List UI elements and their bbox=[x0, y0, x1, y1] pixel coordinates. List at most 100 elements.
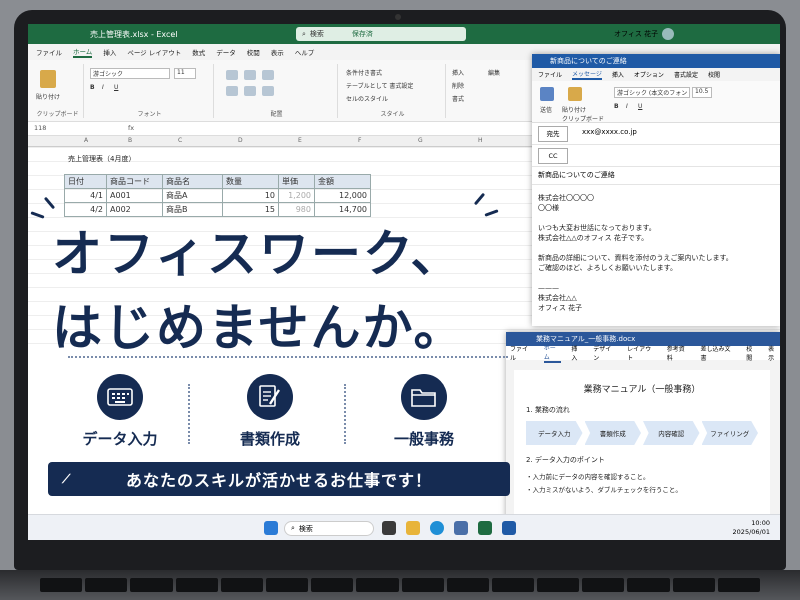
tab-options[interactable]: オプション bbox=[634, 70, 664, 79]
tab-mailings[interactable]: 差し込み文書 bbox=[701, 344, 737, 362]
table-header[interactable]: 単価 bbox=[278, 174, 315, 189]
col-header-h[interactable]: H bbox=[478, 137, 483, 144]
tab-references[interactable]: 参考資料 bbox=[667, 344, 691, 362]
outlook-icon[interactable] bbox=[502, 521, 516, 535]
font-name-select[interactable]: 游ゴシック bbox=[90, 68, 170, 79]
table-cell[interactable]: 商品A bbox=[162, 188, 223, 203]
col-header-d[interactable]: D bbox=[238, 137, 243, 144]
tab-view[interactable]: 表示 bbox=[768, 344, 780, 362]
format-cells-button[interactable]: 書式 bbox=[452, 94, 464, 103]
email-body[interactable]: 株式会社〇〇〇〇 〇〇様 いつも大変お世話になっております。 株式会社△△のオフ… bbox=[532, 185, 780, 321]
align-right-icon[interactable] bbox=[262, 86, 274, 96]
table-cell[interactable]: 1,200 bbox=[278, 188, 315, 203]
conditional-format-button[interactable]: 条件付き書式 bbox=[346, 68, 382, 77]
file-explorer-icon[interactable] bbox=[406, 521, 420, 535]
tab-layout[interactable]: レイアウト bbox=[627, 344, 657, 362]
send-button[interactable]: 送信 bbox=[540, 105, 552, 114]
format-as-table-button[interactable]: テーブルとして 書式設定 bbox=[346, 81, 413, 90]
word-ribbon-tabs: ファイル ホーム 挿入 デザイン レイアウト 参考資料 差し込み文書 校閲 表示 bbox=[506, 343, 780, 363]
tab-insert[interactable]: 挿入 bbox=[571, 344, 583, 362]
to-field: 宛先 xxx@xxxx.co.jp bbox=[532, 123, 780, 145]
table-cell[interactable]: 4/1 bbox=[64, 188, 107, 203]
system-clock[interactable]: 10:00 2025/06/01 bbox=[733, 519, 770, 537]
send-icon[interactable] bbox=[540, 87, 554, 101]
col-header-a[interactable]: A bbox=[84, 137, 88, 144]
tab-file[interactable]: ファイル bbox=[36, 47, 62, 57]
tab-view[interactable]: 表示 bbox=[271, 47, 284, 57]
align-center-icon[interactable] bbox=[244, 86, 256, 96]
tab-formulas[interactable]: 数式 bbox=[192, 47, 205, 57]
cc-button[interactable]: CC bbox=[538, 148, 568, 164]
word-document-page[interactable]: 業務マニュアル（一般事務） 1. 業務の流れ データ入力 書類作成 内容確認 フ… bbox=[514, 370, 770, 522]
tab-home[interactable]: ホーム bbox=[73, 46, 93, 58]
user-name: オフィス 花子 bbox=[614, 30, 659, 38]
delete-cells-button[interactable]: 削除 bbox=[452, 81, 464, 90]
tab-page-layout[interactable]: ページ レイアウト bbox=[127, 47, 181, 57]
insert-cells-button[interactable]: 挿入 bbox=[452, 68, 464, 77]
align-left-icon[interactable] bbox=[226, 86, 238, 96]
underline-icon[interactable]: U bbox=[638, 103, 642, 110]
table-header[interactable]: 商品コード bbox=[106, 174, 163, 189]
tab-help[interactable]: ヘルプ bbox=[295, 47, 315, 57]
tab-format-text[interactable]: 書式設定 bbox=[674, 70, 698, 79]
table-cell[interactable]: A001 bbox=[106, 188, 163, 203]
tab-file[interactable]: ファイル bbox=[538, 70, 562, 79]
tab-home[interactable]: ホーム bbox=[543, 343, 562, 363]
tab-message[interactable]: メッセージ bbox=[572, 69, 602, 80]
excel-icon[interactable] bbox=[478, 521, 492, 535]
cell-styles-button[interactable]: セルのスタイル bbox=[346, 94, 388, 103]
keyboard-icon bbox=[97, 374, 143, 420]
alignment-group: 配置 bbox=[216, 64, 338, 118]
taskbar-search[interactable]: ⌕ 検索 bbox=[284, 521, 374, 536]
edge-icon[interactable] bbox=[430, 521, 444, 535]
table-cell[interactable]: 12,000 bbox=[314, 188, 371, 203]
font-size-select[interactable]: 10.5 bbox=[692, 87, 712, 98]
outlook-titlebar: 新商品についてのご連絡 bbox=[532, 54, 780, 68]
bold-icon[interactable]: B bbox=[614, 103, 619, 110]
task-view-icon[interactable] bbox=[382, 521, 396, 535]
paste-icon[interactable] bbox=[568, 87, 582, 101]
align-middle-icon[interactable] bbox=[244, 70, 256, 80]
excel-search-box[interactable]: ⌕ 検索 保存済 bbox=[296, 27, 466, 41]
col-header-f[interactable]: F bbox=[358, 137, 361, 144]
paste-icon[interactable] bbox=[40, 70, 56, 88]
col-header-b[interactable]: B bbox=[128, 137, 132, 144]
windows-start-icon[interactable] bbox=[264, 521, 278, 535]
table-cell[interactable]: 10 bbox=[222, 188, 279, 203]
name-box[interactable]: 118 bbox=[34, 124, 46, 132]
mail-icon[interactable] bbox=[454, 521, 468, 535]
bold-icon[interactable]: B bbox=[90, 84, 95, 91]
tab-review[interactable]: 校閲 bbox=[708, 70, 720, 79]
tab-review[interactable]: 校閲 bbox=[746, 344, 758, 362]
align-bottom-icon[interactable] bbox=[262, 70, 274, 80]
tab-insert[interactable]: 挿入 bbox=[103, 47, 116, 57]
tab-data[interactable]: データ bbox=[216, 47, 236, 57]
col-header-g[interactable]: G bbox=[418, 137, 423, 144]
italic-icon[interactable]: I bbox=[102, 84, 104, 91]
table-header[interactable]: 商品名 bbox=[162, 174, 223, 189]
tab-design[interactable]: デザイン bbox=[593, 344, 617, 362]
table-header-row: 日付 商品コード 商品名 数量 単価 金額 bbox=[64, 174, 371, 189]
excel-user[interactable]: オフィス 花子 bbox=[614, 24, 675, 44]
col-header-c[interactable]: C bbox=[178, 137, 182, 144]
to-button[interactable]: 宛先 bbox=[538, 126, 568, 142]
italic-icon[interactable]: I bbox=[626, 103, 628, 110]
underline-icon[interactable]: U bbox=[114, 84, 118, 91]
table-header[interactable]: 日付 bbox=[64, 174, 107, 189]
font-name-select[interactable]: 游ゴシック (本文のフォント) bbox=[614, 87, 690, 98]
subject-input[interactable]: 新商品についてのご連絡 bbox=[538, 170, 615, 180]
to-input[interactable]: xxx@xxxx.co.jp bbox=[582, 128, 637, 136]
sales-table: 日付 商品コード 商品名 数量 単価 金額 4/1 A001 商品A 10 1,… bbox=[64, 174, 371, 217]
fx-icon[interactable]: fx bbox=[128, 124, 134, 132]
tab-review[interactable]: 校閲 bbox=[247, 47, 260, 57]
col-header-e[interactable]: E bbox=[298, 137, 302, 144]
align-top-icon[interactable] bbox=[226, 70, 238, 80]
taskbar-search-label: 検索 bbox=[298, 524, 313, 533]
tab-file[interactable]: ファイル bbox=[510, 344, 534, 362]
table-header[interactable]: 数量 bbox=[222, 174, 279, 189]
flow-step: ファイリング bbox=[701, 421, 758, 445]
table-header[interactable]: 金額 bbox=[314, 174, 371, 189]
tab-insert[interactable]: 挿入 bbox=[612, 70, 624, 79]
document-pen-icon bbox=[247, 374, 293, 420]
font-size-select[interactable]: 11 bbox=[174, 68, 196, 79]
